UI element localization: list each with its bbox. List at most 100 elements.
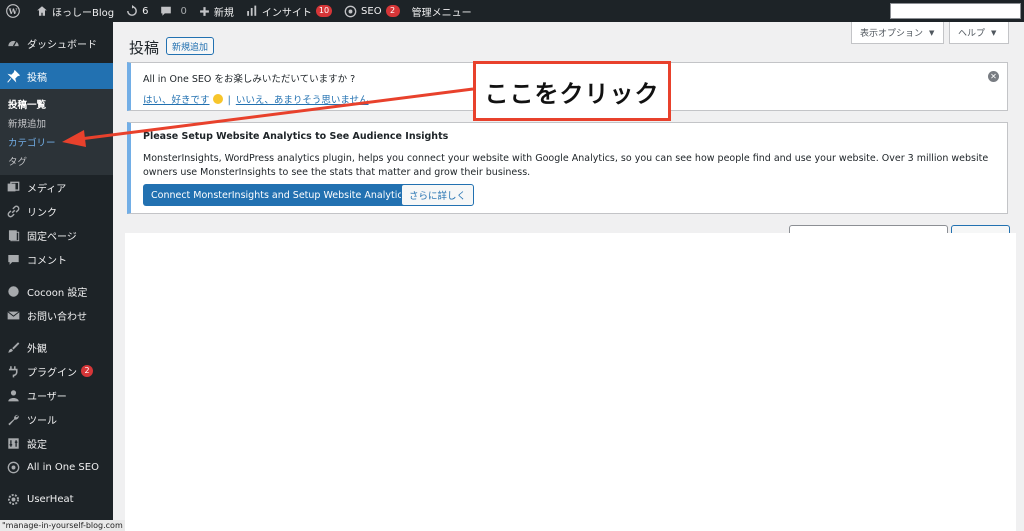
caret-down-icon: ▼ bbox=[929, 28, 935, 37]
seo-link[interactable]: SEO 2 bbox=[338, 0, 406, 22]
sidebar-item-userheat[interactable]: UserHeat bbox=[0, 487, 113, 511]
connect-monsterinsights-button[interactable]: Connect MonsterInsights and Setup Websit… bbox=[143, 184, 416, 206]
sidebar-label-media: メディア bbox=[27, 183, 67, 195]
sidebar-label-contact: お問い合わせ bbox=[27, 311, 87, 323]
settings-icon bbox=[6, 436, 20, 450]
sidebar-item-contact[interactable]: お問い合わせ bbox=[0, 303, 113, 327]
sidebar-item-settings[interactable]: 設定 bbox=[0, 431, 113, 455]
yes-link[interactable]: はい、好きです bbox=[143, 95, 210, 106]
svg-text:W: W bbox=[8, 7, 18, 16]
seo-label: SEO bbox=[361, 5, 382, 17]
posts-submenu: 投稿一覧 新規追加 カテゴリー タグ bbox=[0, 89, 113, 175]
sidebar-item-tools[interactable]: ツール bbox=[0, 407, 113, 431]
comments-link[interactable]: 0 bbox=[154, 0, 192, 22]
site-name: ほっしーBlog bbox=[52, 7, 115, 19]
plus-icon bbox=[199, 6, 209, 16]
sidebar-label-userheat: UserHeat bbox=[27, 493, 74, 505]
updates-link[interactable]: 6 bbox=[120, 0, 154, 22]
sidebar-label-aioseo: All in One SEO bbox=[27, 461, 99, 473]
comment-bubble-icon bbox=[6, 252, 20, 266]
sidebar-item-appearance[interactable]: 外観 bbox=[0, 335, 113, 359]
gauge-icon bbox=[6, 36, 20, 50]
help-label: ヘルプ bbox=[958, 29, 986, 39]
sidebar-item-aioseo[interactable]: All in One SEO bbox=[0, 455, 113, 479]
comment-icon bbox=[161, 6, 172, 16]
new-content-link[interactable]: 新規 bbox=[193, 0, 240, 22]
learn-more-button[interactable]: さらに詳しく bbox=[401, 184, 475, 206]
updates-count: 6 bbox=[142, 5, 149, 17]
wordpress-icon: W bbox=[6, 4, 20, 18]
sidebar-item-dashboard[interactable]: ダッシュボード bbox=[0, 31, 113, 55]
new-label: 新規 bbox=[213, 7, 234, 19]
sidebar-item-pages[interactable]: 固定ページ bbox=[0, 223, 113, 247]
sidebar-item-media[interactable]: メディア bbox=[0, 175, 113, 199]
sidebar-label-links: リンク bbox=[27, 207, 57, 219]
screen-options-label: 表示オプション bbox=[860, 29, 924, 39]
userheat-gear-icon bbox=[6, 492, 20, 506]
gear-icon bbox=[344, 5, 357, 17]
wrench-icon bbox=[6, 412, 20, 426]
help-button[interactable]: ヘルプ ▼ bbox=[949, 22, 1009, 44]
smile-emoji-icon bbox=[212, 94, 223, 104]
plugins-update-badge: 2 bbox=[81, 365, 93, 377]
insights-link[interactable]: インサイト 10 bbox=[240, 0, 338, 22]
pushpin-icon bbox=[6, 69, 20, 83]
annotation-callout: ここをクリック bbox=[473, 61, 671, 121]
user-icon bbox=[6, 388, 20, 402]
aioseo-gear-icon bbox=[6, 460, 20, 474]
submenu-tags[interactable]: タグ bbox=[0, 150, 113, 169]
submenu-add-new[interactable]: 新規追加 bbox=[0, 112, 113, 131]
screen-options-button[interactable]: 表示オプション ▼ bbox=[851, 22, 944, 44]
sidebar-label-plugins: プラグイン bbox=[27, 367, 77, 379]
bar-chart-icon bbox=[247, 5, 257, 16]
refresh-icon bbox=[127, 5, 138, 16]
caret-down-icon: ▼ bbox=[991, 28, 997, 37]
sidebar-label-users: ユーザー bbox=[27, 391, 67, 403]
manage-menu-link[interactable]: 管理メニュー bbox=[406, 0, 478, 22]
sidebar-label-tools: ツール bbox=[27, 415, 57, 427]
paintbrush-icon bbox=[6, 340, 20, 354]
browser-status-url: "manage-in-yourself-blog.com bbox=[0, 520, 128, 531]
plug-icon bbox=[6, 364, 20, 378]
sidebar-item-posts[interactable]: 投稿 bbox=[0, 63, 113, 89]
sidebar-item-cocoon[interactable]: Cocoon 設定 bbox=[0, 279, 113, 303]
sidebar-item-comments[interactable]: コメント bbox=[0, 247, 113, 271]
submenu-all-posts[interactable]: 投稿一覧 bbox=[0, 93, 113, 112]
notice-description: MonsterInsights, WordPress analytics plu… bbox=[143, 153, 989, 178]
sidebar-label-pages: 固定ページ bbox=[27, 231, 77, 243]
cocoon-icon bbox=[6, 284, 20, 298]
sidebar-item-users[interactable]: ユーザー bbox=[0, 383, 113, 407]
posts-list-area bbox=[125, 233, 1016, 531]
no-link[interactable]: いいえ、あまりそう思いません bbox=[236, 95, 369, 106]
sidebar-label-appearance: 外観 bbox=[27, 343, 47, 355]
manage-menu-label: 管理メニュー bbox=[411, 7, 472, 19]
sidebar-label-settings: 設定 bbox=[27, 439, 47, 451]
notice-links: はい、好きです | いいえ、あまりそう思いません bbox=[143, 92, 369, 106]
notice-question: All in One SEO をお楽しみいただいていますか ? bbox=[143, 74, 356, 85]
sidebar-label-cocoon: Cocoon 設定 bbox=[27, 287, 88, 299]
seo-badge: 2 bbox=[385, 5, 400, 17]
sidebar-label-dashboard: ダッシュボード bbox=[27, 39, 97, 51]
site-name-link[interactable]: ほっしーBlog bbox=[30, 0, 120, 22]
add-new-post-button[interactable]: 新規追加 bbox=[166, 37, 215, 55]
admin-bar: W ほっしーBlog 6 0 新規 インサイト 10 SEO 2 管理メニュー bbox=[0, 0, 1024, 22]
wordpress-logo-button[interactable]: W bbox=[0, 0, 30, 22]
page-icon bbox=[6, 228, 20, 242]
admin-bar-search-input[interactable] bbox=[890, 3, 1021, 19]
insights-badge: 10 bbox=[315, 5, 333, 17]
sidebar-label-posts: 投稿 bbox=[27, 72, 47, 84]
page-title: 投稿 bbox=[129, 39, 160, 57]
sidebar-label-comments: コメント bbox=[27, 255, 67, 267]
envelope-icon bbox=[6, 308, 20, 322]
sidebar-item-plugins[interactable]: プラグイン 2 bbox=[0, 359, 113, 383]
home-icon bbox=[37, 6, 47, 16]
comments-count: 0 bbox=[180, 5, 187, 17]
monsterinsights-notice: Please Setup Website Analytics to See Au… bbox=[127, 122, 1008, 214]
sidebar-item-links[interactable]: リンク bbox=[0, 199, 113, 223]
notice-title: Please Setup Website Analytics to See Au… bbox=[143, 131, 449, 142]
insights-label: インサイト bbox=[261, 7, 312, 19]
dismiss-notice-close-icon[interactable]: ✕ bbox=[988, 71, 999, 82]
submenu-categories[interactable]: カテゴリー bbox=[0, 131, 113, 150]
media-icon bbox=[6, 180, 20, 194]
link-separator: | bbox=[227, 95, 231, 106]
